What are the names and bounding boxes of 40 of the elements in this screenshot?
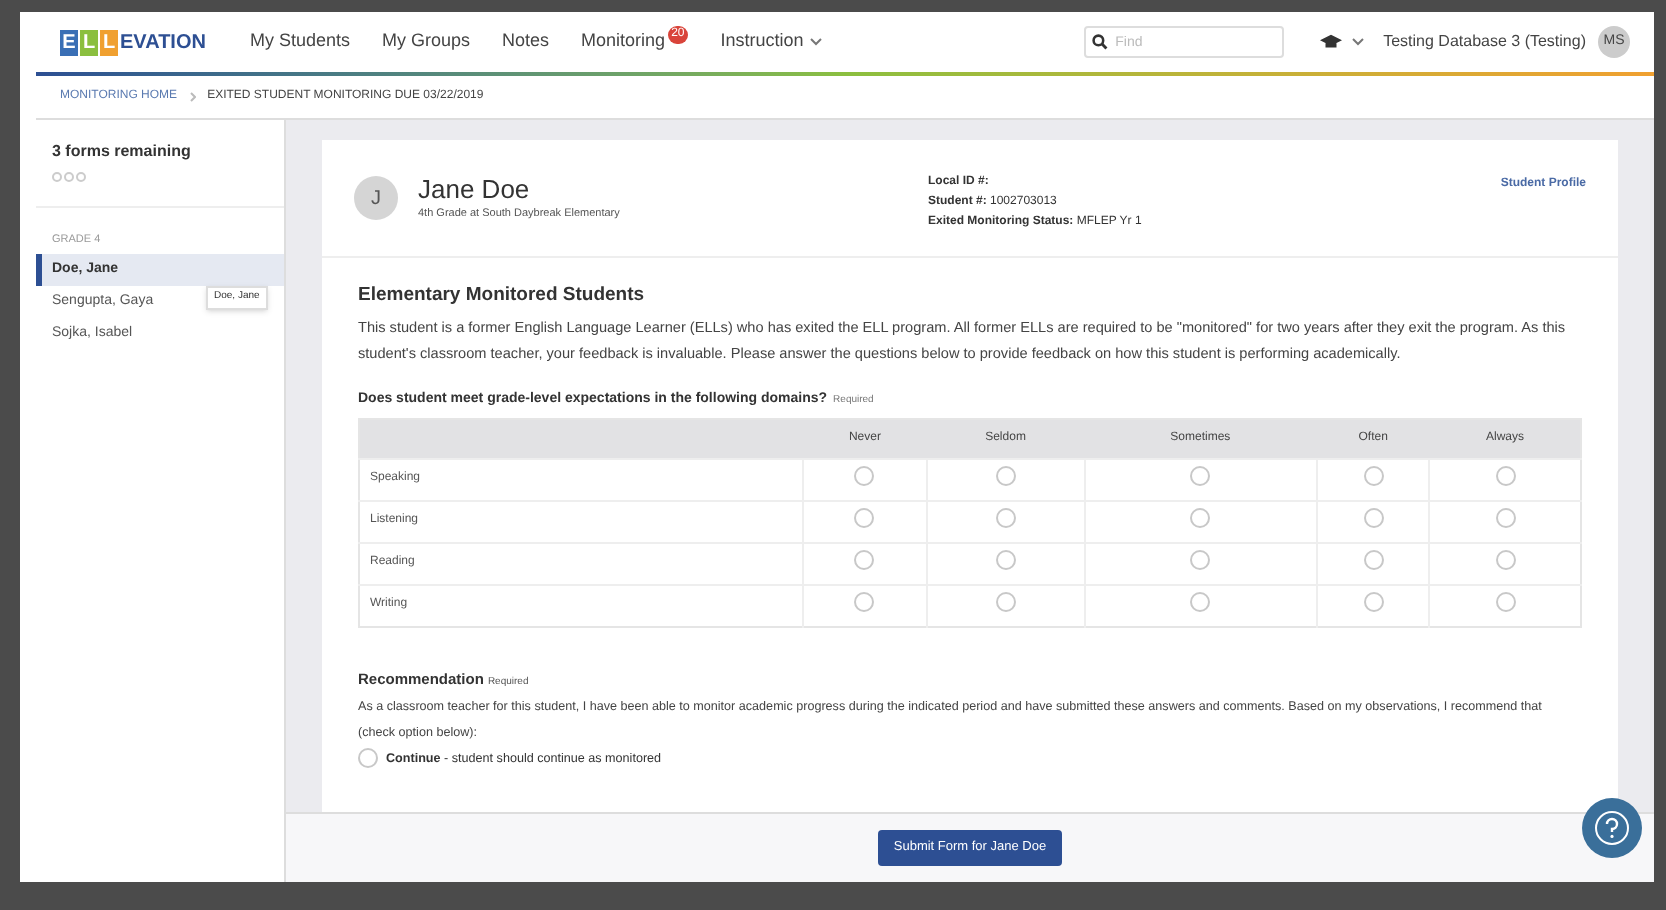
graduation-cap-icon[interactable] (1319, 34, 1342, 50)
radio-button[interactable] (1363, 465, 1384, 486)
radio-button[interactable] (1495, 507, 1516, 528)
radio-button[interactable] (358, 748, 378, 769)
nav-link[interactable]: My Groups (382, 28, 471, 56)
radio-button[interactable] (1495, 549, 1516, 570)
radio-button[interactable] (854, 549, 875, 570)
radio-button[interactable] (995, 591, 1016, 612)
nav-link[interactable]: Instruction (720, 28, 822, 56)
chevron-right-icon (189, 92, 196, 102)
student-avatar: J (354, 176, 398, 220)
radio-button[interactable] (1190, 591, 1211, 612)
chevron-down-icon[interactable] (1351, 38, 1364, 46)
radio-button[interactable] (854, 507, 875, 528)
radio-button[interactable] (1190, 507, 1211, 528)
form-title: Elementary Monitored Students (358, 282, 647, 310)
radio-button[interactable] (1190, 549, 1211, 570)
account-name[interactable]: Testing Database 3 (Testing) (1383, 30, 1586, 54)
logo-text: EVATION (120, 29, 206, 57)
student-name: Jane Doe (418, 176, 532, 204)
radio-button[interactable] (1363, 507, 1384, 528)
radio-button[interactable] (1363, 591, 1384, 612)
radio-button[interactable] (995, 507, 1016, 528)
logo[interactable]: E L L EVATION (60, 27, 206, 57)
search-icon (1091, 34, 1108, 50)
question-mark-icon (1594, 810, 1630, 846)
radio-button[interactable] (995, 465, 1016, 486)
radio-button[interactable] (1495, 465, 1516, 486)
logo-letter: L (100, 29, 118, 55)
radio-button[interactable] (1363, 549, 1384, 570)
radio-button[interactable] (854, 591, 875, 612)
logo-letter: E (60, 29, 78, 55)
radio-button[interactable] (1495, 591, 1516, 612)
radio-button[interactable] (854, 465, 875, 486)
logo-letter: L (80, 29, 98, 55)
nav-link[interactable]: Notes (502, 28, 550, 56)
forms-remaining-title: 3 forms remaining (50, 140, 193, 164)
radio-button[interactable] (1190, 465, 1211, 486)
nav-link[interactable]: My Students (249, 28, 350, 56)
radio-button[interactable] (995, 549, 1016, 570)
